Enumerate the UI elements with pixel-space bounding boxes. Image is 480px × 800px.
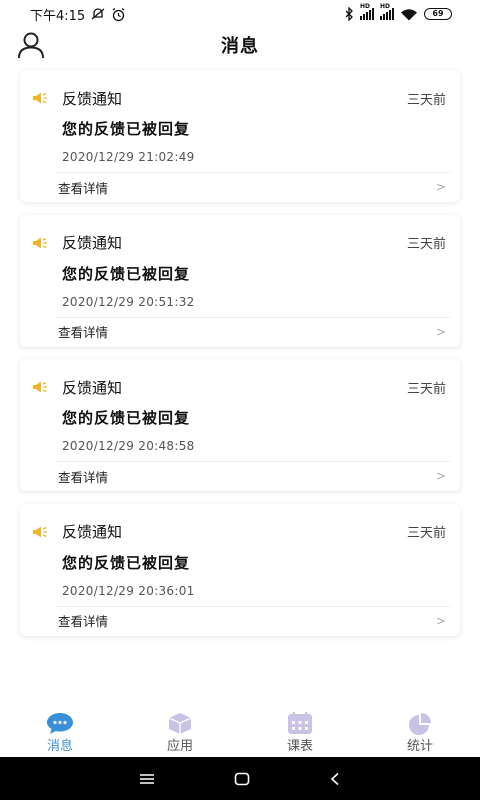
bottom-tab-bar: 消息 应用 课表 统计	[0, 705, 480, 757]
tab-label: 课表	[286, 739, 313, 754]
dnd-muted-icon	[91, 8, 105, 20]
message-date: 2020/12/29 21:02:49	[62, 150, 195, 164]
chevron-right-icon: >	[435, 324, 446, 339]
status-time: 下午4:15	[30, 8, 86, 24]
chevron-right-icon: >	[435, 469, 446, 483]
tab-label: 统计	[406, 739, 433, 754]
status-left: 下午4:15	[30, 5, 126, 24]
view-detail-label: 查看详情	[58, 180, 109, 196]
message-card[interactable]: 反馈通知 三天前 您的反馈已被回复 2020/12/29 21:02:49 查看…	[20, 70, 460, 202]
battery-icon: 69	[424, 8, 452, 20]
message-title: 您的反馈已被回复	[62, 120, 191, 138]
speaker-icon	[33, 526, 47, 537]
card-header: 反馈通知 三天前	[32, 522, 446, 542]
tab-apps[interactable]: 应用	[120, 705, 240, 757]
divider	[56, 461, 450, 462]
calendar-icon	[288, 712, 312, 734]
status-right: HD HD 69	[344, 3, 452, 21]
signal-2-icon: HD	[380, 3, 394, 20]
tab-label: 应用	[166, 739, 193, 754]
card-header: 反馈通知 三天前	[32, 233, 446, 253]
message-title: 您的反馈已被回复	[62, 409, 191, 427]
divider	[56, 605, 450, 607]
message-date: 2020/12/29 20:51:32	[62, 294, 195, 309]
user-profile-icon[interactable]	[16, 30, 46, 60]
home-icon[interactable]	[234, 772, 250, 786]
system-nav-bar	[0, 757, 480, 800]
view-detail-link[interactable]: 查看详情 >	[58, 321, 446, 343]
pie-chart-icon	[409, 713, 431, 735]
signal-1-icon: HD	[360, 3, 374, 20]
message-title: 您的反馈已被回复	[62, 553, 191, 572]
bluetooth-icon	[345, 7, 353, 21]
tab-schedule[interactable]: 课表	[240, 705, 360, 757]
status-bar: 下午4:15 HD HD 69	[0, 0, 480, 28]
message-time-ago: 三天前	[406, 237, 446, 252]
message-type: 反馈通知	[62, 234, 123, 252]
speaker-icon	[33, 381, 47, 393]
tab-label: 消息	[46, 739, 73, 754]
view-detail-link[interactable]: 查看详情 >	[58, 610, 446, 632]
signal-1-label: HD	[360, 3, 371, 10]
view-detail-label: 查看详情	[58, 469, 109, 485]
message-type: 反馈通知	[62, 89, 123, 108]
message-time-ago: 三天前	[406, 92, 446, 108]
message-card[interactable]: 反馈通知 三天前 您的反馈已被回复 2020/12/29 20:51:32 查看…	[20, 214, 460, 347]
wifi-icon	[401, 8, 417, 20]
message-list: 反馈通知 三天前 您的反馈已被回复 2020/12/29 21:02:49 查看…	[20, 70, 460, 648]
message-card[interactable]: 反馈通知 三天前 您的反馈已被回复 2020/12/29 20:36:01 查看…	[20, 503, 460, 636]
speaker-icon	[33, 92, 47, 104]
back-icon[interactable]	[329, 772, 341, 786]
tab-messages[interactable]: 消息	[0, 705, 120, 757]
message-date: 2020/12/29 20:48:58	[62, 439, 195, 453]
chat-bubble-icon	[47, 713, 73, 734]
card-header: 反馈通知 三天前	[32, 377, 446, 397]
message-card[interactable]: 反馈通知 三天前 您的反馈已被回复 2020/12/29 20:48:58 查看…	[20, 359, 460, 491]
divider	[56, 172, 450, 173]
view-detail-link[interactable]: 查看详情 >	[58, 176, 446, 198]
chevron-right-icon: >	[435, 180, 446, 194]
message-time-ago: 三天前	[406, 526, 446, 541]
tab-statistics[interactable]: 统计	[360, 705, 480, 757]
message-type: 反馈通知	[62, 378, 123, 397]
alarm-icon	[112, 7, 125, 21]
cube-icon	[168, 713, 192, 734]
divider	[56, 316, 450, 318]
view-detail-label: 查看详情	[58, 325, 109, 340]
header: 消息	[0, 28, 480, 62]
chevron-right-icon: >	[435, 613, 446, 628]
message-type: 反馈通知	[62, 523, 123, 541]
message-title: 您的反馈已被回复	[62, 264, 191, 283]
message-date: 2020/12/29 20:36:01	[62, 583, 195, 598]
card-header: 反馈通知 三天前	[32, 88, 446, 108]
speaker-icon	[33, 237, 47, 248]
signal-2-label: HD	[380, 3, 391, 10]
view-detail-label: 查看详情	[58, 614, 109, 629]
menu-icon[interactable]	[139, 773, 155, 785]
view-detail-link[interactable]: 查看详情 >	[58, 465, 446, 487]
message-time-ago: 三天前	[406, 381, 446, 397]
page-title: 消息	[221, 36, 259, 57]
